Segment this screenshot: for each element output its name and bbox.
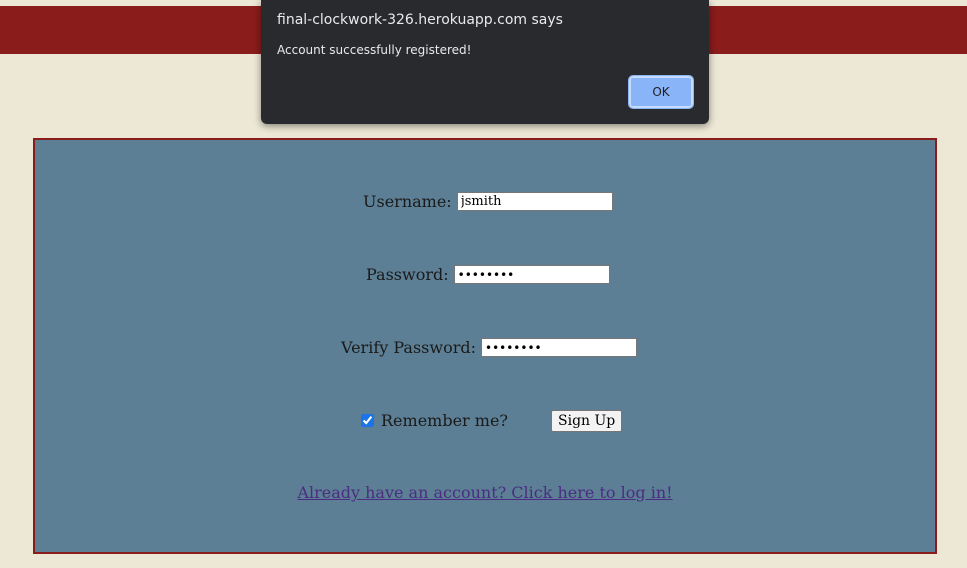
verify-password-input[interactable]	[480, 338, 637, 357]
verify-password-row: Verify Password:	[341, 338, 637, 357]
signup-form-panel: Username: Password: Verify Password: Rem…	[33, 138, 937, 554]
username-row: Username:	[363, 192, 613, 211]
username-input[interactable]	[456, 192, 613, 211]
username-label: Username:	[363, 192, 452, 211]
verify-password-label: Verify Password:	[341, 338, 476, 357]
remember-me-row: Remember me?	[361, 411, 508, 430]
password-label: Password:	[366, 265, 449, 284]
ok-button[interactable]: OK	[628, 75, 694, 109]
sign-up-button[interactable]: Sign Up	[551, 410, 623, 432]
login-link[interactable]: Already have an account? Click here to l…	[35, 483, 935, 502]
remember-me-checkbox[interactable]	[361, 414, 374, 427]
dialog-title: final-clockwork-326.herokuapp.com says	[277, 12, 563, 28]
password-row: Password:	[366, 265, 610, 284]
dialog-message: Account successfully registered!	[277, 43, 472, 57]
password-input[interactable]	[453, 265, 610, 284]
remember-me-label: Remember me?	[381, 411, 508, 430]
alert-dialog: final-clockwork-326.herokuapp.com says A…	[261, 0, 709, 124]
